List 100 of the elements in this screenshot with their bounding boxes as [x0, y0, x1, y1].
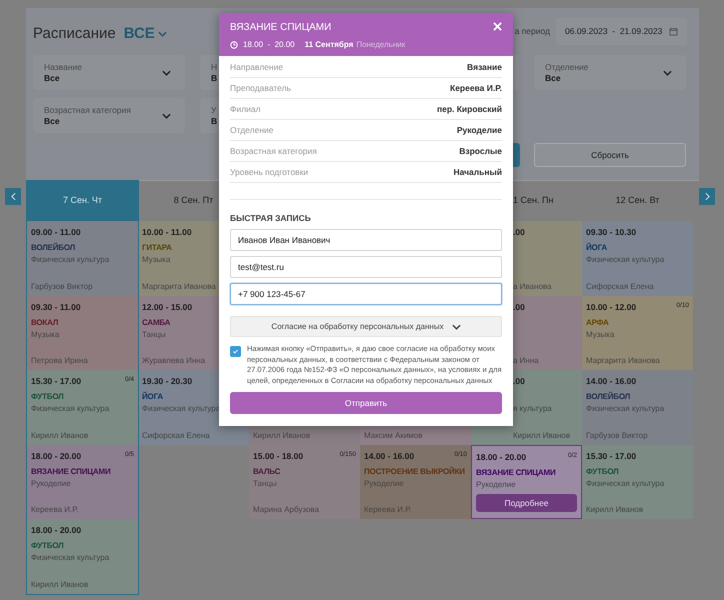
period-label: а период: [514, 25, 550, 38]
filter-dropdown[interactable]: Отделение Все: [534, 55, 686, 90]
lesson-category: я культура: [513, 403, 552, 414]
lesson-time: 09.00 - 11.00: [31, 226, 81, 238]
lesson-card[interactable]: 09.30 - 11.00 ВОКАЛ Музыка Петрова Ирина: [27, 296, 138, 370]
submit-button[interactable]: Отправить: [230, 392, 502, 414]
teacher-name: Петрова Ирина: [31, 355, 89, 366]
lesson-time: 10.00 - 12.00: [586, 300, 636, 312]
detail-value: Вязание: [466, 60, 502, 74]
reset-button[interactable]: Сбросить: [534, 143, 686, 167]
teacher-name: Марина Арбузова: [253, 504, 320, 515]
lesson-title: ЙОГА: [586, 242, 607, 254]
lesson-title: ФУТБОЛ: [31, 391, 64, 403]
lesson-time: 15.00 - 18.00: [253, 450, 304, 462]
lesson-category: Рукоделие: [364, 478, 404, 488]
lesson-title: ЙОГА: [142, 391, 163, 403]
lesson-category: Физическая культура: [31, 254, 110, 265]
lesson-time: .00: [513, 375, 525, 387]
clock-icon: [230, 41, 238, 49]
session-time: 18.00 - 20.00: [243, 39, 295, 51]
section-title: БЫСТРАЯ ЗАПИСЬ: [230, 213, 312, 224]
next-button[interactable]: [699, 188, 715, 205]
filter-dropdown[interactable]: Название Все: [33, 55, 185, 90]
teacher-name: Гарбузов Виктор: [586, 430, 649, 440]
filter-dropdown[interactable]: Возрастная категория Все: [33, 98, 185, 133]
teacher-name: а Иванова: [513, 280, 553, 292]
lesson-title: ВОЛЕЙБОЛ: [31, 242, 76, 254]
detail-label: Возрастная категория: [230, 144, 317, 158]
detail-value: Взрослые: [459, 144, 502, 158]
chevron-right-icon: [704, 192, 710, 201]
lesson-time: 15.30 - 17.00: [31, 375, 82, 387]
day-tab[interactable]: 7 Сен. Чт: [27, 181, 138, 221]
teacher-name: Кирилл Иванов: [586, 504, 644, 515]
lesson-time: 14.00 - 16.00: [586, 375, 636, 387]
teacher-name: Кирилл Иванов: [31, 430, 90, 440]
date-range-field[interactable]: 06.09.2023 - 21.09.2023: [556, 18, 687, 45]
lesson-time: .00: [513, 226, 525, 238]
close-icon[interactable]: [493, 22, 502, 31]
teacher-name: Журавлева Инна: [142, 355, 206, 366]
lesson-card[interactable]: 14.00 - 16.00 ВОЛЕЙБОЛ Физическая культура Гарбузов Виктор: [582, 370, 693, 444]
lesson-time: 18.00 - 20.00: [31, 524, 82, 536]
lesson-category: Физическая культура: [31, 552, 110, 563]
lesson-category: Физическая культура: [586, 254, 664, 265]
filter-value: В: [211, 72, 218, 84]
teacher-name: Кирилл Иванов: [31, 578, 90, 590]
lesson-card[interactable]: 09.00 - 11.00 ВОЛЕЙБОЛ Физическая культура Гарбузов Виктор: [27, 221, 138, 296]
checkbox[interactable]: [230, 346, 241, 357]
details-button[interactable]: Подробнее: [476, 494, 577, 512]
detail-value: Начальный: [453, 166, 502, 178]
lesson-title: ГИТАРА: [142, 242, 172, 254]
teacher-name: а Инна: [513, 355, 540, 366]
consent-dropdown[interactable]: Согласие на обработку персональных данных: [230, 316, 502, 337]
teacher-name: Кирилл Иванов: [253, 430, 312, 440]
detail-label: Направление: [230, 60, 284, 74]
lesson-card[interactable]: 09.30 - 10.30 ЙОГА Физическая культура Сифорская Елена: [582, 221, 693, 296]
teacher-name: Гарбузов Виктор: [31, 280, 94, 292]
lesson-title: САМБА: [142, 316, 170, 328]
lesson-title: ФУТБОЛ: [31, 540, 64, 552]
lesson-card[interactable]: 18.00 - 20.00 ФУТБОЛ Физическая культура Кирилл Иванов: [27, 519, 138, 594]
detail-label: Уровень подготовки: [230, 166, 308, 178]
teacher-name: Кирилл Иванов: [513, 430, 572, 440]
lesson-category: Физическая культура: [31, 403, 110, 414]
chevron-icon: [158, 30, 167, 37]
lesson-title: ФУТБОЛ: [586, 466, 619, 478]
lesson-category: Физическая культура: [586, 478, 664, 488]
lesson-time: 18.00 - 20.00: [476, 450, 526, 462]
filter-value: Все: [545, 72, 562, 84]
input-field[interactable]: test@test.ru: [230, 256, 502, 278]
check-icon: [232, 348, 239, 355]
lesson-title: ВАЛЬС: [253, 466, 280, 478]
teacher-name: Сифорская Елена: [142, 430, 211, 440]
filter-label: У: [211, 104, 218, 116]
lesson-category: Физическая культура: [586, 403, 664, 414]
chevron-icon: [452, 324, 461, 330]
lesson-title: ПОСТРОЕНИЕ ВЫКРОЙКИ: [364, 466, 465, 478]
teacher-name: Сифорская Елена: [586, 280, 655, 292]
detail-label: Отделение: [230, 124, 274, 136]
input-field[interactable]: Иванов Иван Иванович: [230, 229, 502, 251]
lesson-category: Музыка: [142, 254, 170, 265]
lesson-time: 19.30 - 20.30: [142, 375, 192, 387]
previous-button[interactable]: [5, 188, 21, 205]
detail-value: Рукоделие: [456, 124, 502, 136]
lesson-title: ВОКАЛ: [31, 316, 58, 328]
lesson-time: 18.00 - 20.00: [31, 450, 82, 462]
lesson-title: АРФА: [586, 316, 609, 328]
session-date: 11 Сентября: [304, 39, 354, 51]
lesson-category: Танцы: [142, 328, 166, 340]
day-tab[interactable]: 12 Сен. Вт: [582, 181, 693, 221]
lesson-time: 10.00 - 11.00: [142, 226, 192, 238]
filter-label: Н: [211, 62, 218, 72]
input-field[interactable]: +7 900 123-45-67: [230, 283, 502, 305]
lesson-card[interactable]: 15.30 - 17.00 ФУТБОЛ Физическая культура Кирилл Иванов: [582, 444, 693, 519]
lesson-category: Танцы: [253, 478, 277, 488]
teacher-name: Кереева И.Р.: [364, 504, 412, 515]
detail-value: Кереева И.Р.: [450, 82, 502, 94]
lesson-title: ВЯЗАНИЕ СПИЦАМИ: [31, 466, 111, 478]
lesson-title: ВОЛЕЙБОЛ: [586, 391, 630, 403]
modal-title: ВЯЗАНИЕ СПИЦАМИ: [230, 22, 332, 34]
lesson-time: 12.00 - 15.00: [142, 300, 192, 312]
chevron-icon: [162, 70, 171, 76]
